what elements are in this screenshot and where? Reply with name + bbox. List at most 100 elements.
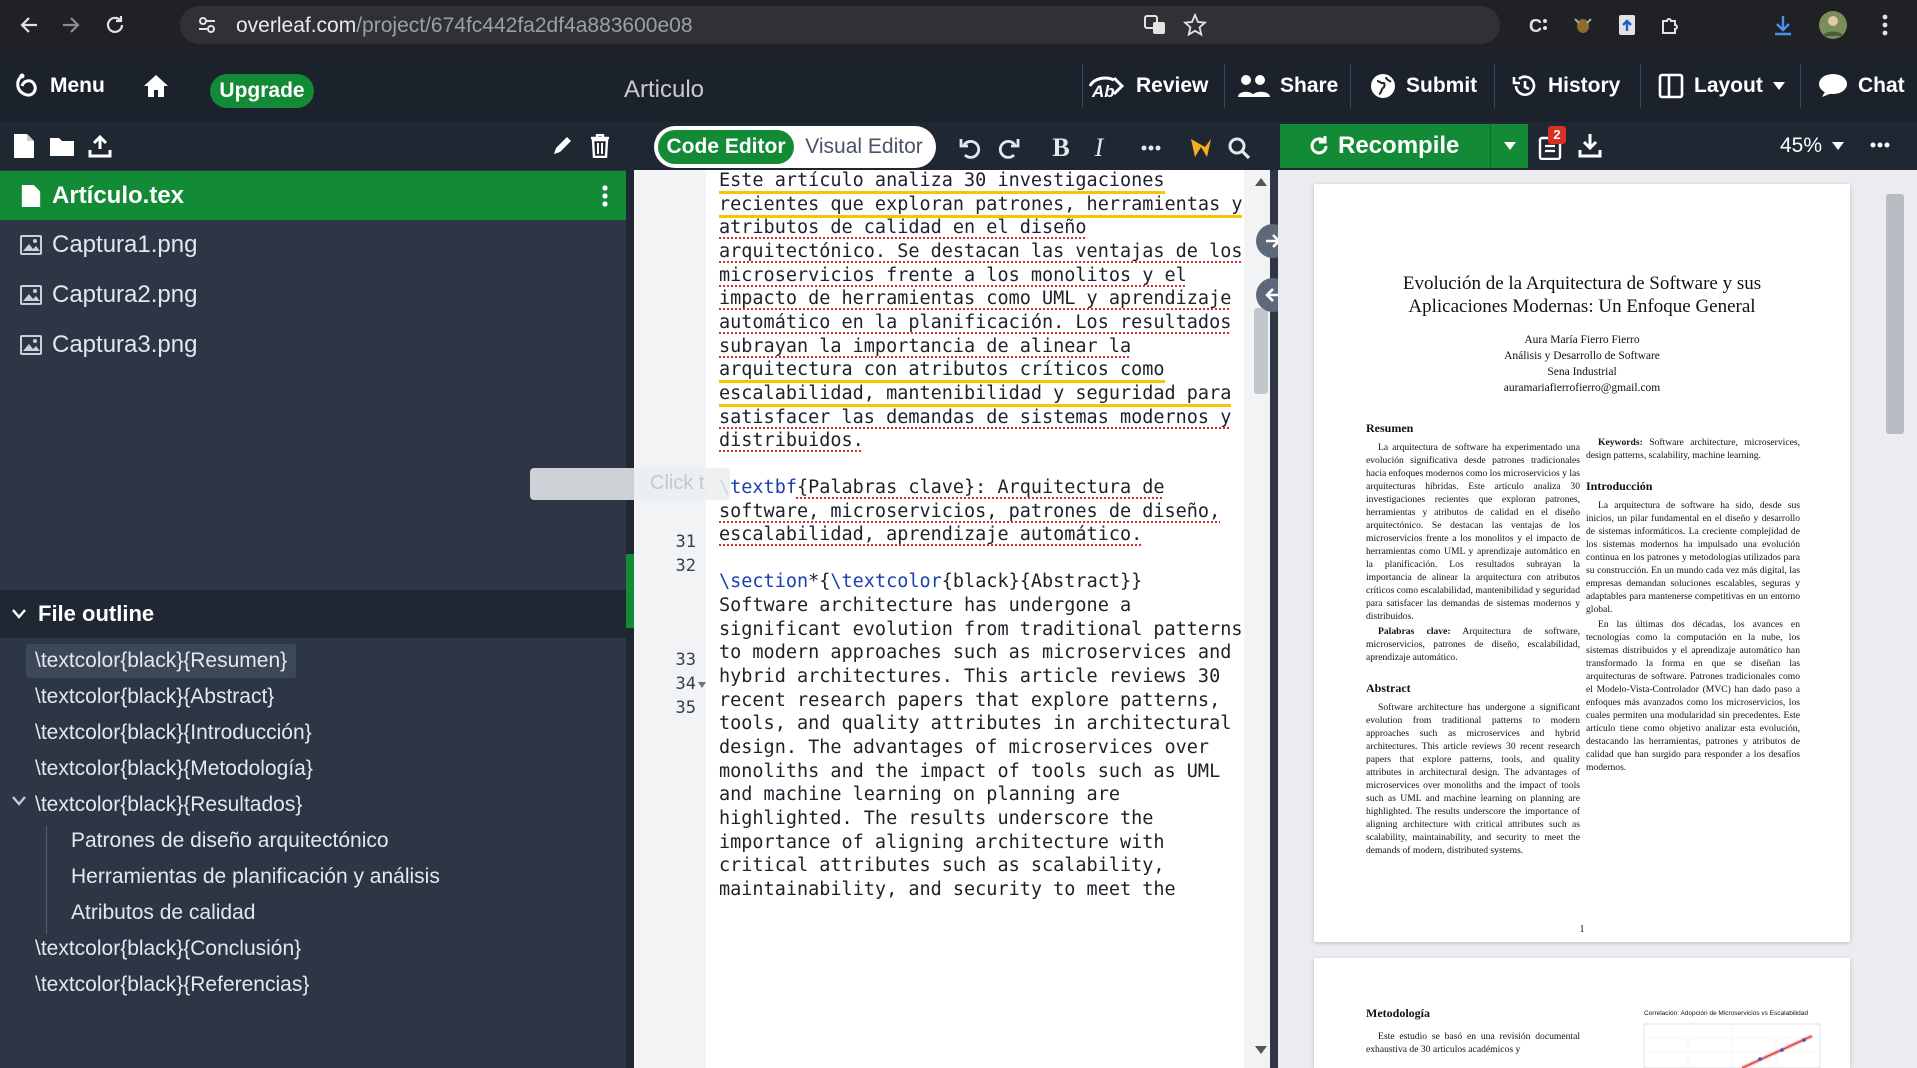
new-file-icon[interactable] [14, 134, 34, 158]
browser-menu-icon[interactable] [1870, 10, 1900, 40]
download-icon[interactable] [1768, 10, 1798, 40]
code-line[interactable]: importance of aligning architecture with [719, 832, 1165, 853]
redo-icon[interactable] [994, 132, 1024, 164]
chat-button[interactable]: Chat [1818, 50, 1905, 122]
code-editor[interactable]: 31 32 33 34 35 Este artículo analiza 30 … [530, 170, 1244, 1068]
extension-cast-icon[interactable]: C [1524, 10, 1554, 40]
download-pdf-icon[interactable] [1578, 132, 1602, 158]
file-outline-header[interactable]: File outline [0, 590, 626, 638]
code-line[interactable]: monoliths and the impact of tools such a… [719, 761, 1220, 782]
code-line[interactable]: Software architecture has undergone a [719, 595, 1131, 616]
profile-avatar[interactable] [1818, 10, 1848, 40]
code-line[interactable]: escalabilidad, mantenibilidad y segurida… [719, 383, 1232, 407]
outline-item-metodologia[interactable]: \textcolor{black}{Metodología} [26, 752, 322, 786]
search-icon[interactable] [1224, 132, 1254, 164]
code-line[interactable]: critical attributes such as scalability, [719, 855, 1165, 876]
code-line[interactable]: tools, and quality attributes in archite… [719, 713, 1231, 734]
upgrade-button[interactable]: Upgrade [210, 74, 314, 108]
project-title[interactable]: Articulo [624, 76, 704, 104]
menu-button[interactable]: Menu [14, 50, 105, 122]
code-line[interactable]: escalabilidad, aprendizaje automático. [719, 524, 1142, 545]
fold-arrow-icon[interactable] [698, 682, 706, 688]
extension-bug-icon[interactable] [1568, 10, 1598, 40]
code-line[interactable]: Este artículo analiza 30 investigaciones [719, 170, 1165, 194]
site-settings-icon[interactable] [192, 10, 222, 40]
rename-pencil-icon[interactable] [552, 134, 574, 156]
reload-icon[interactable] [100, 10, 130, 40]
code-line[interactable]: atributos de calidad en el diseño [719, 217, 1087, 238]
bold-button[interactable]: B [1046, 132, 1076, 164]
new-folder-icon[interactable] [50, 136, 74, 156]
code-line[interactable]: impacto de herramientas como UML y apren… [719, 288, 1231, 309]
code-line[interactable]: \section*{\textcolor{black}{Abstract}} [719, 571, 1142, 592]
code-line[interactable]: microservicios frente a los monolitos y … [719, 265, 1187, 286]
history-button[interactable]: History [1512, 50, 1620, 122]
submit-button[interactable]: Submit [1370, 50, 1477, 122]
pdf-more-options-icon[interactable] [1870, 142, 1890, 148]
file-item-captura2[interactable]: Captura2.png [0, 270, 626, 319]
outline-item-abstract[interactable]: \textcolor{black}{Abstract} [26, 680, 283, 714]
translate-icon[interactable] [1140, 10, 1170, 40]
share-button[interactable]: Share [1238, 50, 1338, 122]
file-menu-kebab-icon[interactable] [602, 185, 608, 207]
code-line[interactable]: software, microservicios, patrones de di… [719, 501, 1220, 522]
home-button[interactable] [142, 50, 170, 122]
logs-button[interactable]: 2 [1538, 126, 1566, 160]
code-line[interactable]: recientes que exploran patrones, herrami… [719, 194, 1243, 218]
pdf-page-1[interactable]: Evolución de la Arquitectura de Software… [1314, 184, 1850, 942]
code-editor-button[interactable]: Code Editor [658, 130, 794, 164]
code-line[interactable]: subrayan la importancia de alinear la [719, 336, 1131, 357]
outline-item-atributos[interactable]: Atributos de calidad [62, 896, 264, 930]
writefull-icon[interactable] [1186, 132, 1216, 164]
editor-scroll-thumb[interactable] [1254, 308, 1268, 394]
review-button[interactable]: Ab Review [1086, 50, 1208, 122]
editor-mode-toggle[interactable]: Code Editor Visual Editor [654, 126, 936, 168]
code-line[interactable]: highlighted. The results underscore the [719, 808, 1153, 829]
sidebar-collapse-tab[interactable] [626, 554, 634, 628]
code-line[interactable]: satisfacer las demandas de sistemas mode… [719, 407, 1231, 428]
code-line[interactable]: design. The advantages of microservices … [719, 737, 1209, 758]
code-line[interactable]: arquitectura con atributos críticos como [719, 359, 1165, 383]
code-line[interactable]: significant evolution from traditional p… [719, 619, 1242, 640]
upload-icon[interactable] [88, 134, 112, 158]
file-item-articulo-tex[interactable]: Artículo.tex [0, 171, 626, 220]
outline-item-resumen[interactable]: \textcolor{black}{Resumen} [26, 644, 297, 678]
recompile-options-dropdown[interactable] [1490, 124, 1528, 168]
code-line[interactable]: maintainability, and security to meet th… [719, 879, 1176, 900]
outline-item-introduccion[interactable]: \textcolor{black}{Introducción} [26, 716, 321, 750]
scroll-down-arrow-icon[interactable] [1255, 1046, 1267, 1054]
italic-button[interactable]: I [1084, 132, 1114, 164]
outline-item-referencias[interactable]: \textcolor{black}{Referencias} [26, 968, 318, 1002]
recompile-button[interactable]: Recompile [1280, 124, 1490, 168]
layout-button[interactable]: Layout [1658, 50, 1785, 122]
back-arrow-icon[interactable] [14, 10, 44, 40]
forward-arrow-icon[interactable] [56, 10, 86, 40]
pdf-page-2[interactable]: Metodología Este estudio se basó en una … [1314, 958, 1850, 1068]
scroll-up-arrow-icon[interactable] [1255, 178, 1267, 186]
delete-trash-icon[interactable] [590, 134, 610, 158]
url-text[interactable]: overleaf.com/project/674fc442fa2df4a8836… [236, 14, 693, 38]
code-line[interactable]: \textbf{Palabras clave}: Arquitectura de [719, 477, 1165, 498]
outline-item-resultados[interactable]: \textcolor{black}{Resultados} [26, 788, 311, 822]
bookmark-star-icon[interactable] [1180, 10, 1210, 40]
code-line[interactable]: hybrid architectures. This article revie… [719, 666, 1220, 687]
file-item-captura1[interactable]: Captura1.png [0, 220, 626, 269]
extensions-puzzle-icon[interactable] [1656, 10, 1686, 40]
code-line[interactable]: to modern approaches such as microservic… [719, 642, 1231, 663]
outline-item-patrones[interactable]: Patrones de diseño arquitectónico [62, 824, 398, 858]
file-item-captura3[interactable]: Captura3.png [0, 320, 626, 369]
outline-item-herramientas[interactable]: Herramientas de planificación y análisis [62, 860, 449, 894]
pdf-scroll-thumb[interactable] [1886, 194, 1904, 434]
code-line[interactable]: recent research papers that explore patt… [719, 690, 1220, 711]
more-options-icon[interactable] [1136, 132, 1166, 164]
outline-collapse-chevron-icon[interactable] [12, 796, 26, 806]
address-bar[interactable]: overleaf.com/project/674fc442fa2df4a8836… [180, 6, 1500, 44]
code-line[interactable]: distribuidos. [719, 430, 864, 451]
code-line[interactable]: arquitectónico. Se destacan las ventajas… [719, 241, 1242, 262]
outline-item-conclusion[interactable]: \textcolor{black}{Conclusión} [26, 932, 310, 966]
zoom-dropdown[interactable]: 45% [1780, 132, 1845, 160]
undo-icon[interactable] [955, 132, 985, 164]
code-line[interactable]: automático en la planificación. Los resu… [719, 312, 1231, 333]
extension-upload-icon[interactable] [1612, 10, 1642, 40]
code-line[interactable]: and machine learning on planning are [719, 784, 1120, 805]
